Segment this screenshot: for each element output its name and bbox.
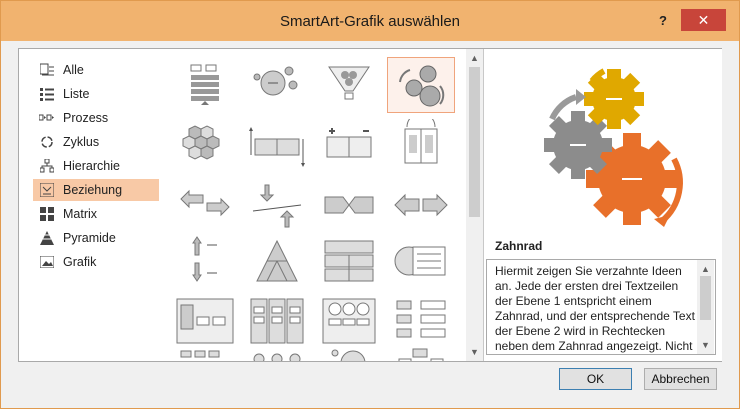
- preview-title: Zahnrad: [495, 239, 543, 253]
- process-icon: [39, 111, 55, 125]
- close-button[interactable]: ✕: [681, 9, 726, 31]
- category-matrix[interactable]: Matrix: [33, 203, 161, 225]
- all-icon: [39, 63, 55, 77]
- help-button[interactable]: ?: [652, 11, 674, 31]
- category-label: Alle: [63, 63, 84, 77]
- category-liste[interactable]: Liste: [33, 83, 161, 105]
- scroll-down-arrow[interactable]: ▼: [466, 345, 483, 359]
- category-label: Prozess: [63, 111, 109, 125]
- smartart-dialog: SmartArt-Grafik auswählen ? ✕ Alle Liste…: [0, 0, 740, 409]
- scroll-up-arrow[interactable]: ▲: [697, 262, 714, 276]
- layout-thumbnail[interactable]: [315, 235, 383, 291]
- category-zyklus[interactable]: Zyklus: [33, 131, 161, 153]
- layout-thumbnail[interactable]: [243, 235, 311, 291]
- layout-thumbnail[interactable]: [315, 177, 383, 233]
- category-label: Liste: [63, 87, 90, 101]
- category-beziehung[interactable]: Beziehung: [33, 179, 161, 201]
- cycle-icon: [39, 135, 55, 149]
- ok-button[interactable]: OK: [559, 368, 632, 390]
- content-frame: Alle Liste Prozess Zyklus Hierarchie Bez…: [18, 48, 722, 362]
- layout-thumbnail[interactable]: [171, 57, 239, 113]
- title-bar: SmartArt-Grafik auswählen ? ✕: [1, 1, 739, 41]
- layout-thumbnail[interactable]: [387, 293, 455, 349]
- gear-preview-graphic: [544, 68, 683, 227]
- preview-pane: Zahnrad Hiermit zeigen Sie verzahnte Ide…: [484, 49, 722, 361]
- picture-icon: [39, 255, 55, 269]
- layout-thumbnail[interactable]: [171, 293, 239, 349]
- layout-thumbnail[interactable]: [171, 235, 239, 291]
- layout-thumbnail[interactable]: [171, 119, 239, 175]
- pyramid-icon: [39, 231, 55, 245]
- category-prozess[interactable]: Prozess: [33, 107, 161, 129]
- scroll-up-arrow[interactable]: ▲: [466, 51, 483, 65]
- category-label: Hierarchie: [63, 159, 120, 173]
- category-label: Zyklus: [63, 135, 100, 149]
- layout-gallery: [159, 49, 466, 361]
- list-icon: [39, 87, 55, 101]
- layout-thumbnail[interactable]: [243, 347, 311, 361]
- category-alle[interactable]: Alle: [33, 59, 161, 81]
- cancel-button[interactable]: Abbrechen: [644, 368, 717, 390]
- description-scrollbar[interactable]: ▲ ▼: [697, 260, 714, 354]
- category-label: Beziehung: [63, 183, 123, 197]
- scroll-down-arrow[interactable]: ▼: [697, 338, 714, 352]
- layout-thumbnail-gear[interactable]: [387, 57, 455, 113]
- category-list: Alle Liste Prozess Zyklus Hierarchie Bez…: [19, 49, 161, 361]
- scroll-thumb[interactable]: [469, 67, 480, 217]
- category-pyramide[interactable]: Pyramide: [33, 227, 161, 249]
- description-box: Hiermit zeigen Sie verzahnte Ideen an. J…: [486, 259, 716, 355]
- relationship-icon: [39, 183, 55, 197]
- layout-thumbnail[interactable]: [171, 347, 239, 361]
- category-hierarchie[interactable]: Hierarchie: [33, 155, 161, 177]
- layout-thumbnail[interactable]: [243, 119, 311, 175]
- matrix-icon: [39, 207, 55, 221]
- gallery-scrollbar[interactable]: ▲ ▼: [466, 49, 483, 361]
- layout-thumbnail[interactable]: [171, 177, 239, 233]
- description-text: Hiermit zeigen Sie verzahnte Ideen an. J…: [495, 264, 695, 353]
- category-grafik[interactable]: Grafik: [33, 251, 161, 273]
- layout-thumbnail[interactable]: [243, 293, 311, 349]
- layout-thumbnail[interactable]: [387, 177, 455, 233]
- dialog-title: SmartArt-Grafik auswählen: [279, 13, 461, 30]
- layout-thumbnail[interactable]: [315, 119, 383, 175]
- scroll-thumb[interactable]: [700, 276, 711, 320]
- hierarchy-icon: [39, 159, 55, 173]
- layout-thumbnail[interactable]: [243, 177, 311, 233]
- layout-thumbnail[interactable]: [387, 235, 455, 291]
- category-label: Grafik: [63, 255, 97, 269]
- layout-thumbnail[interactable]: [387, 119, 455, 175]
- layout-thumbnail[interactable]: [315, 293, 383, 349]
- layout-thumbnail[interactable]: [243, 57, 311, 113]
- category-label: Pyramide: [63, 231, 116, 245]
- category-label: Matrix: [63, 207, 98, 221]
- layout-thumbnail[interactable]: [315, 57, 383, 113]
- layout-thumbnail[interactable]: [315, 347, 383, 361]
- layout-thumbnail[interactable]: [387, 347, 455, 361]
